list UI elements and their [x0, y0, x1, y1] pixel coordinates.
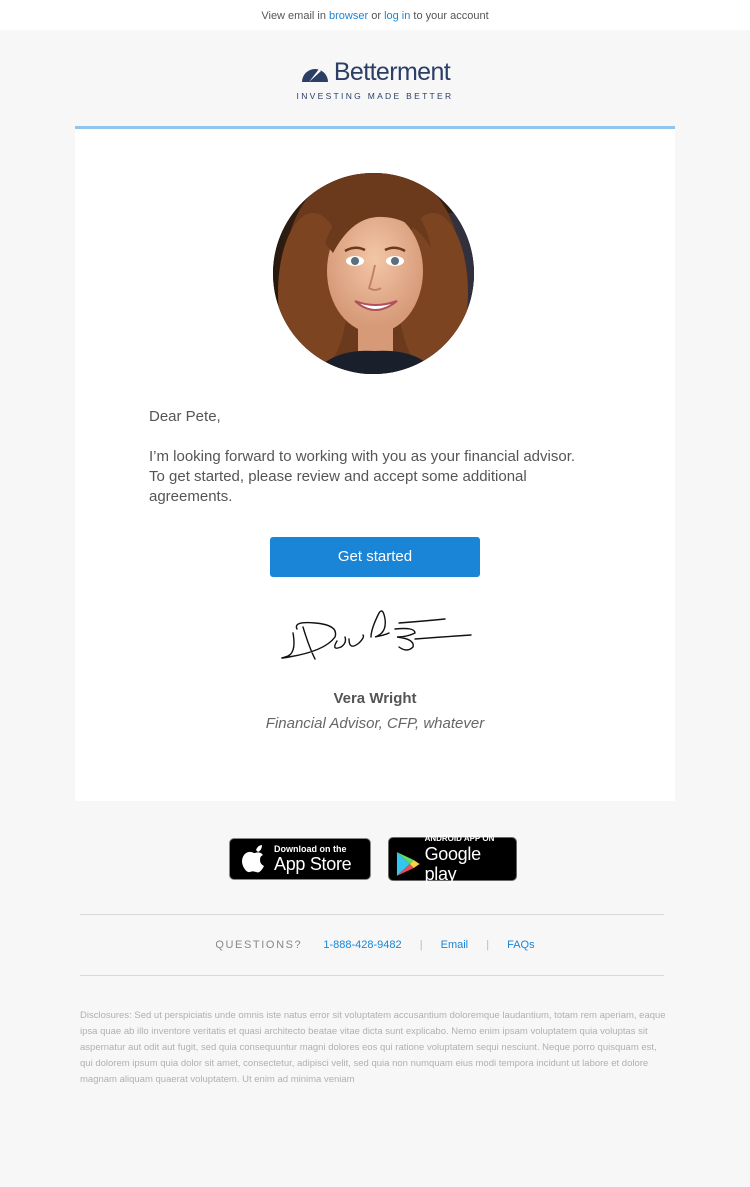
disclosure-text: Disclosures: Sed ut perspiciatis unde om… — [80, 1010, 666, 1085]
google-play-small: ANDROID APP ON — [424, 834, 495, 843]
separator: | — [419, 939, 423, 952]
faq-link[interactable]: FAQs — [507, 938, 535, 952]
footer-divider-top — [80, 914, 664, 915]
apple-icon — [242, 845, 264, 873]
advisor-portrait — [273, 173, 474, 374]
login-link[interactable]: log in — [384, 10, 410, 22]
brand-name: Betterment — [333, 58, 451, 86]
app-store-badge[interactable]: Download on the App Store — [229, 838, 371, 880]
email-link[interactable]: Email — [441, 938, 469, 952]
advisor-signature — [281, 610, 472, 660]
app-store-big: App Store — [274, 854, 352, 874]
google-play-badge[interactable]: ANDROID APP ON Google play — [388, 834, 517, 884]
email-greeting: Dear Pete, — [149, 408, 221, 425]
app-store-text: Download on the App Store — [274, 844, 352, 874]
questions-bar: QUESTIONS? 1-888-428-9482 | Email | FAQs — [0, 938, 750, 952]
brand-logo[interactable]: Betterment INVESTING MADE BETTER — [0, 58, 750, 101]
email-message: I’m looking forward to working with you … — [149, 448, 576, 505]
logo-row: Betterment — [300, 58, 451, 86]
brand-tagline: INVESTING MADE BETTER — [296, 91, 454, 101]
google-play-big: Google play — [424, 844, 482, 884]
phone-link[interactable]: 1-888-428-9482 — [323, 938, 401, 952]
topbar-or: or — [371, 10, 381, 22]
email-card: Dear Pete, I’m looking forward to workin… — [75, 126, 675, 801]
speedometer-icon — [301, 69, 328, 82]
topbar-prefix: View email in — [261, 10, 326, 22]
signer-title: Financial Advisor, CFP, whatever — [265, 715, 485, 732]
view-in-browser-bar: View email in browser or log in to your … — [0, 0, 750, 30]
get-started-button[interactable]: Get started — [270, 537, 480, 577]
browser-link[interactable]: browser — [329, 10, 368, 22]
advisor-photo — [273, 173, 474, 374]
google-play-text: ANDROID APP ON Google play — [425, 834, 516, 884]
topbar-suffix: to your account — [413, 10, 489, 22]
separator: | — [486, 939, 490, 952]
app-store-small: Download on the — [274, 844, 347, 854]
signer-name: Vera Wright — [333, 690, 417, 707]
footer-divider-bottom — [80, 975, 664, 976]
questions-label: QUESTIONS? — [215, 939, 303, 952]
google-play-icon — [396, 852, 420, 876]
